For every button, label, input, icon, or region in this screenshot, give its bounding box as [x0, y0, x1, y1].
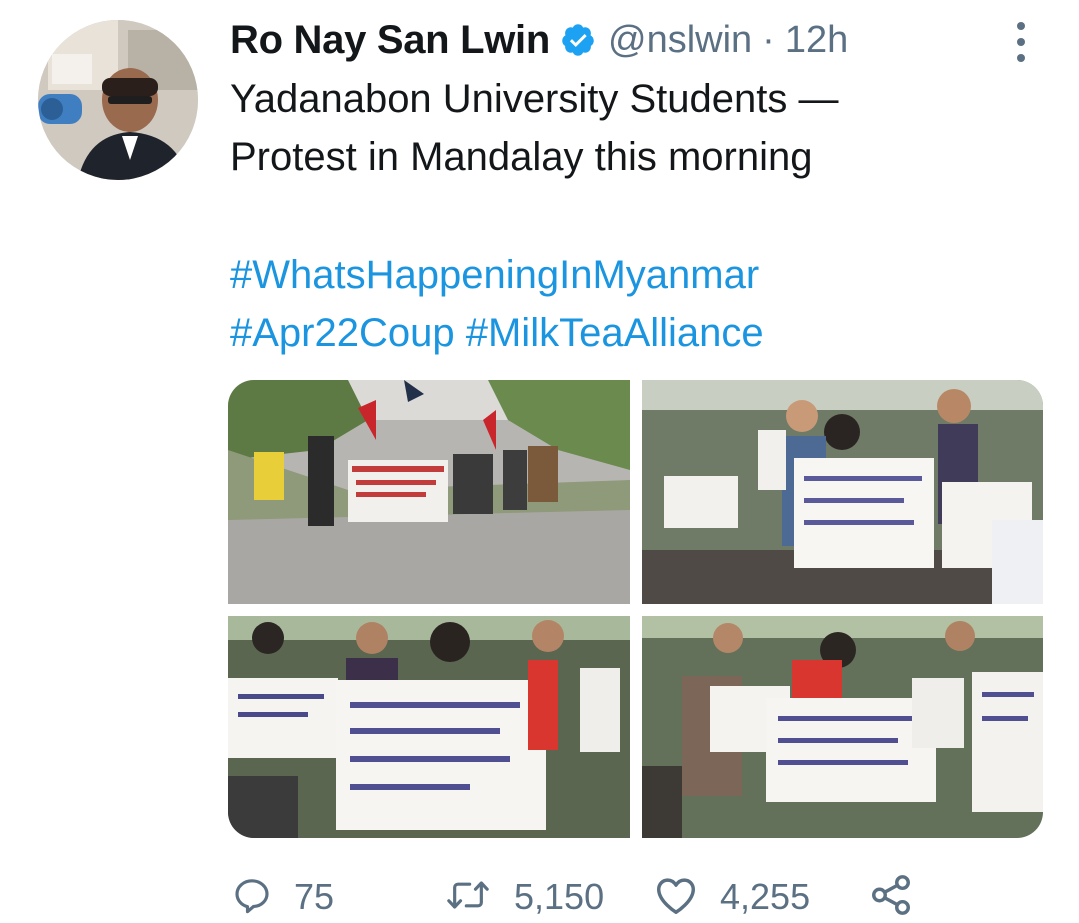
reply-count: 75 [294, 876, 335, 917]
more-options-icon[interactable] [1006, 20, 1036, 64]
verified-badge-icon [560, 22, 596, 58]
protest-signs-photo-2[interactable] [228, 616, 630, 838]
like-count: 4,255 [720, 876, 811, 917]
media-grid [228, 380, 1043, 838]
retweet-count: 5,150 [514, 876, 605, 917]
like-button[interactable]: 4,255 [654, 872, 810, 922]
hashtag-link[interactable]: #MilkTeaAlliance [466, 311, 764, 355]
tweet-timestamp[interactable]: 12h [785, 19, 848, 62]
user-handle[interactable]: @nslwin [608, 19, 752, 62]
protest-signs-photo-1[interactable] [642, 380, 1043, 604]
tweet-actions: 75 5,150 4,255 [232, 872, 932, 922]
share-icon [868, 872, 914, 923]
reply-icon [232, 875, 272, 920]
retweet-icon [444, 875, 492, 920]
tweet-text: Yadanabon University Students — Protest … [230, 70, 1010, 186]
separator-dot: · [762, 18, 775, 61]
tweet-text-line: Protest in Mandalay this morning [230, 135, 813, 179]
protest-signs-photo-3[interactable] [642, 616, 1043, 838]
hashtag-link[interactable]: #Apr22Coup [230, 311, 455, 355]
display-name[interactable]: Ro Nay San Lwin [230, 18, 550, 63]
tweet-header: Ro Nay San Lwin @nslwin · 12h [230, 14, 848, 66]
hashtag-link[interactable]: #WhatsHappeningInMyanmar [230, 253, 759, 297]
reply-button[interactable]: 75 [232, 872, 334, 922]
tweet-text-line: Yadanabon University Students — [230, 77, 839, 121]
retweet-button[interactable]: 5,150 [444, 872, 604, 922]
avatar-image [38, 20, 198, 180]
share-button[interactable] [868, 872, 914, 922]
avatar[interactable] [38, 20, 198, 180]
like-icon [654, 875, 698, 920]
protest-march-photo[interactable] [228, 380, 630, 604]
hashtags: #WhatsHappeningInMyanmar #Apr22Coup #Mil… [230, 246, 1030, 362]
